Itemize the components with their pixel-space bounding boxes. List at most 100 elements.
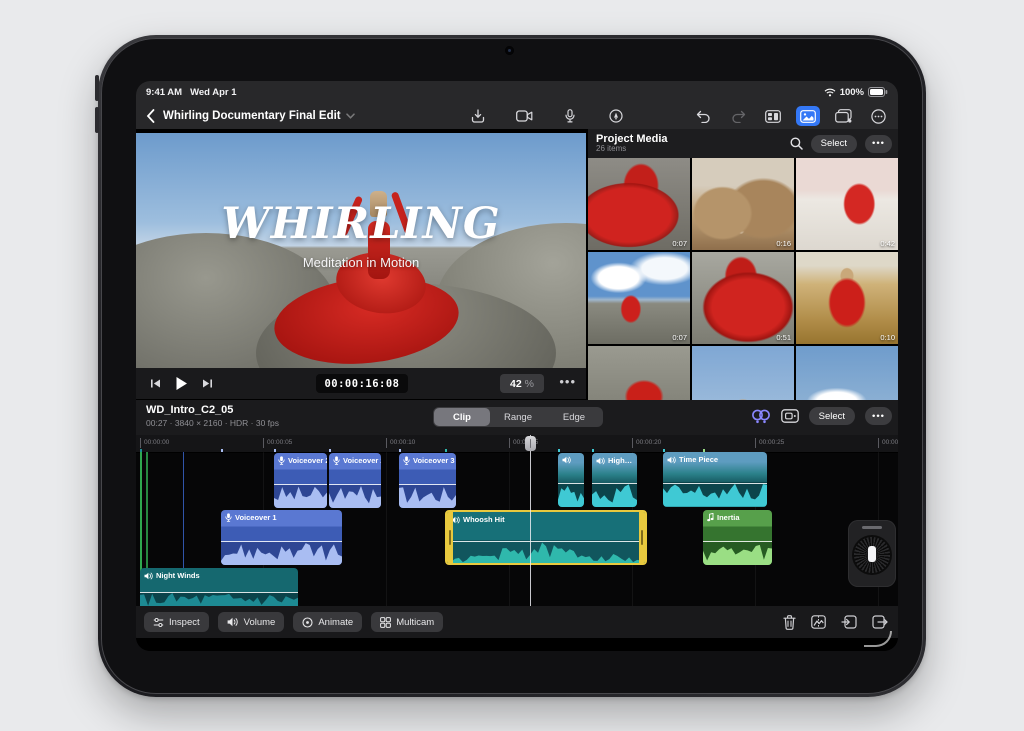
- audio-waveform: [447, 539, 645, 563]
- viewer-zoom-control[interactable]: 42 %: [500, 374, 544, 393]
- media-thumbnail[interactable]: [796, 346, 898, 400]
- trim-handle-right[interactable]: [639, 512, 645, 563]
- volume-down-button[interactable]: [95, 107, 99, 133]
- volume-line[interactable]: [558, 483, 584, 485]
- storyboard-view-button[interactable]: [761, 106, 785, 126]
- volume-line[interactable]: [663, 482, 767, 484]
- media-browser-panel: Project Media 26 items Select ••• 0:07 0:…: [588, 129, 898, 400]
- connect-clips-icon[interactable]: [751, 409, 771, 424]
- delete-icon[interactable]: [783, 614, 796, 630]
- volume-line[interactable]: [399, 483, 456, 485]
- title-chevron-down-icon[interactable]: [345, 113, 355, 119]
- battery-percent: 100%: [839, 86, 864, 98]
- media-browser-button[interactable]: [796, 106, 820, 126]
- timeline-clip-inertia[interactable]: Inertia: [703, 510, 772, 565]
- edit-mode-segmented-control: Clip Range Edge: [433, 407, 603, 427]
- volume-icon: [227, 617, 239, 627]
- media-thumbnail[interactable]: 0:07: [588, 158, 690, 250]
- volume-line[interactable]: [140, 591, 298, 593]
- append-clip-icon[interactable]: [872, 615, 888, 629]
- clip-duration: 0:42: [880, 239, 895, 248]
- volume-line[interactable]: [221, 540, 342, 542]
- volume-line[interactable]: [703, 540, 772, 542]
- timeline-ruler[interactable]: 00:00:0000:00:0500:00:1000:00:1500:00:20…: [136, 435, 898, 453]
- timeline-clip-voiceover-3[interactable]: Voiceover 3: [399, 453, 456, 508]
- audio-waveform: [703, 541, 772, 565]
- media-thumbnail[interactable]: 0:51: [692, 252, 794, 344]
- back-button[interactable]: [146, 109, 155, 123]
- volume-line[interactable]: [447, 540, 645, 542]
- blade-icon[interactable]: [811, 615, 826, 629]
- play-button[interactable]: [175, 376, 188, 391]
- volume-line[interactable]: [592, 483, 637, 485]
- timeline-more-button[interactable]: •••: [865, 407, 892, 425]
- insert-clip-icon[interactable]: [841, 615, 857, 629]
- media-more-button[interactable]: •••: [865, 134, 892, 153]
- timeline-region[interactable]: 00:00:0000:00:0500:00:1000:00:1500:00:20…: [136, 435, 898, 606]
- timeline-clip[interactable]: [558, 453, 584, 507]
- clip-label: Voiceover 3: [413, 456, 455, 465]
- volume-line[interactable]: [274, 483, 327, 485]
- viewer-more-button[interactable]: •••: [559, 374, 576, 389]
- media-thumbnail[interactable]: [588, 346, 690, 400]
- audio-waveform: [221, 541, 342, 565]
- volume-up-button[interactable]: [95, 75, 99, 101]
- status-bar: 9:41 AM Wed Apr 1 100%: [136, 81, 898, 103]
- clip-label: High…: [608, 456, 633, 465]
- record-camera-button[interactable]: [512, 106, 536, 126]
- playhead-handle[interactable]: [525, 436, 536, 451]
- media-thumbnail[interactable]: 0:07: [588, 252, 690, 344]
- next-frame-button[interactable]: [202, 378, 213, 389]
- animate-button[interactable]: Animate: [293, 612, 363, 632]
- timeline-tracks[interactable]: Voiceover 2 Voiceover 2 Voiceover 3 High… Ti…: [136, 452, 898, 606]
- inspect-button[interactable]: Inspect: [144, 612, 209, 632]
- capture-extension-button[interactable]: [831, 106, 855, 126]
- video-viewer[interactable]: WHIRLING Meditation in Motion: [136, 133, 586, 368]
- live-drawing-button[interactable]: [604, 106, 628, 126]
- mode-edge[interactable]: Edge: [546, 408, 602, 426]
- clip-label: Time Piece: [679, 455, 719, 464]
- microphone-button[interactable]: [558, 106, 582, 126]
- audio-waveform: [663, 482, 767, 507]
- more-options-button[interactable]: [866, 106, 890, 126]
- battery-icon: [868, 87, 888, 97]
- playhead[interactable]: [530, 435, 531, 606]
- mode-clip[interactable]: Clip: [434, 408, 490, 426]
- import-button[interactable]: [466, 106, 490, 126]
- multicam-button[interactable]: Multicam: [371, 612, 444, 632]
- undo-button[interactable]: [691, 106, 715, 126]
- timeline-clip-night-winds[interactable]: Night Winds: [140, 568, 298, 606]
- jog-wheel-handle[interactable]: [862, 526, 882, 529]
- volume-line[interactable]: [329, 483, 381, 485]
- timeline-select-button[interactable]: Select: [808, 407, 856, 425]
- zoom-value: 42: [509, 377, 522, 390]
- timeline-clip-whoosh-hit[interactable]: Whoosh Hit: [445, 510, 647, 565]
- clip-duration: 0:51: [776, 333, 791, 342]
- speaker-icon: [596, 457, 605, 465]
- media-select-button[interactable]: Select: [810, 134, 858, 153]
- timeline-clip-high-[interactable]: High…: [592, 453, 637, 507]
- timeline-clip-voiceover-1[interactable]: Voiceover 1: [221, 510, 342, 565]
- jog-wheel[interactable]: [848, 520, 896, 587]
- mode-range[interactable]: Range: [490, 408, 546, 426]
- timeline-clip-voiceover-2[interactable]: Voiceover 2: [329, 453, 381, 508]
- timeline-clip-voiceover-2[interactable]: Voiceover 2: [274, 453, 327, 508]
- ruler-timecode: 00:00:25: [755, 438, 784, 448]
- media-thumbnail[interactable]: [692, 346, 794, 400]
- previous-frame-button[interactable]: [150, 378, 161, 389]
- top-bars: 9:41 AM Wed Apr 1 100% Whirling Document…: [136, 81, 898, 129]
- speaker-icon: [667, 456, 676, 464]
- project-title[interactable]: Whirling Documentary Final Edit: [163, 110, 341, 122]
- media-thumbnail[interactable]: 0:16: [692, 158, 794, 250]
- trim-handle-left[interactable]: [447, 512, 453, 563]
- ruler-timecode: 00:00:20: [632, 438, 661, 448]
- media-thumbnail[interactable]: 0:10: [796, 252, 898, 344]
- wifi-icon: [824, 88, 836, 97]
- timeline-clip-time-piece[interactable]: Time Piece: [663, 452, 767, 507]
- media-item-count: 26 items: [596, 144, 627, 154]
- clip-overlay-icon[interactable]: [780, 409, 799, 423]
- search-icon[interactable]: [790, 137, 803, 150]
- media-grid: 0:07 0:16 0:42 0:07 0:51 0:10: [588, 158, 898, 400]
- media-thumbnail[interactable]: 0:42: [796, 158, 898, 250]
- volume-button[interactable]: Volume: [217, 612, 285, 632]
